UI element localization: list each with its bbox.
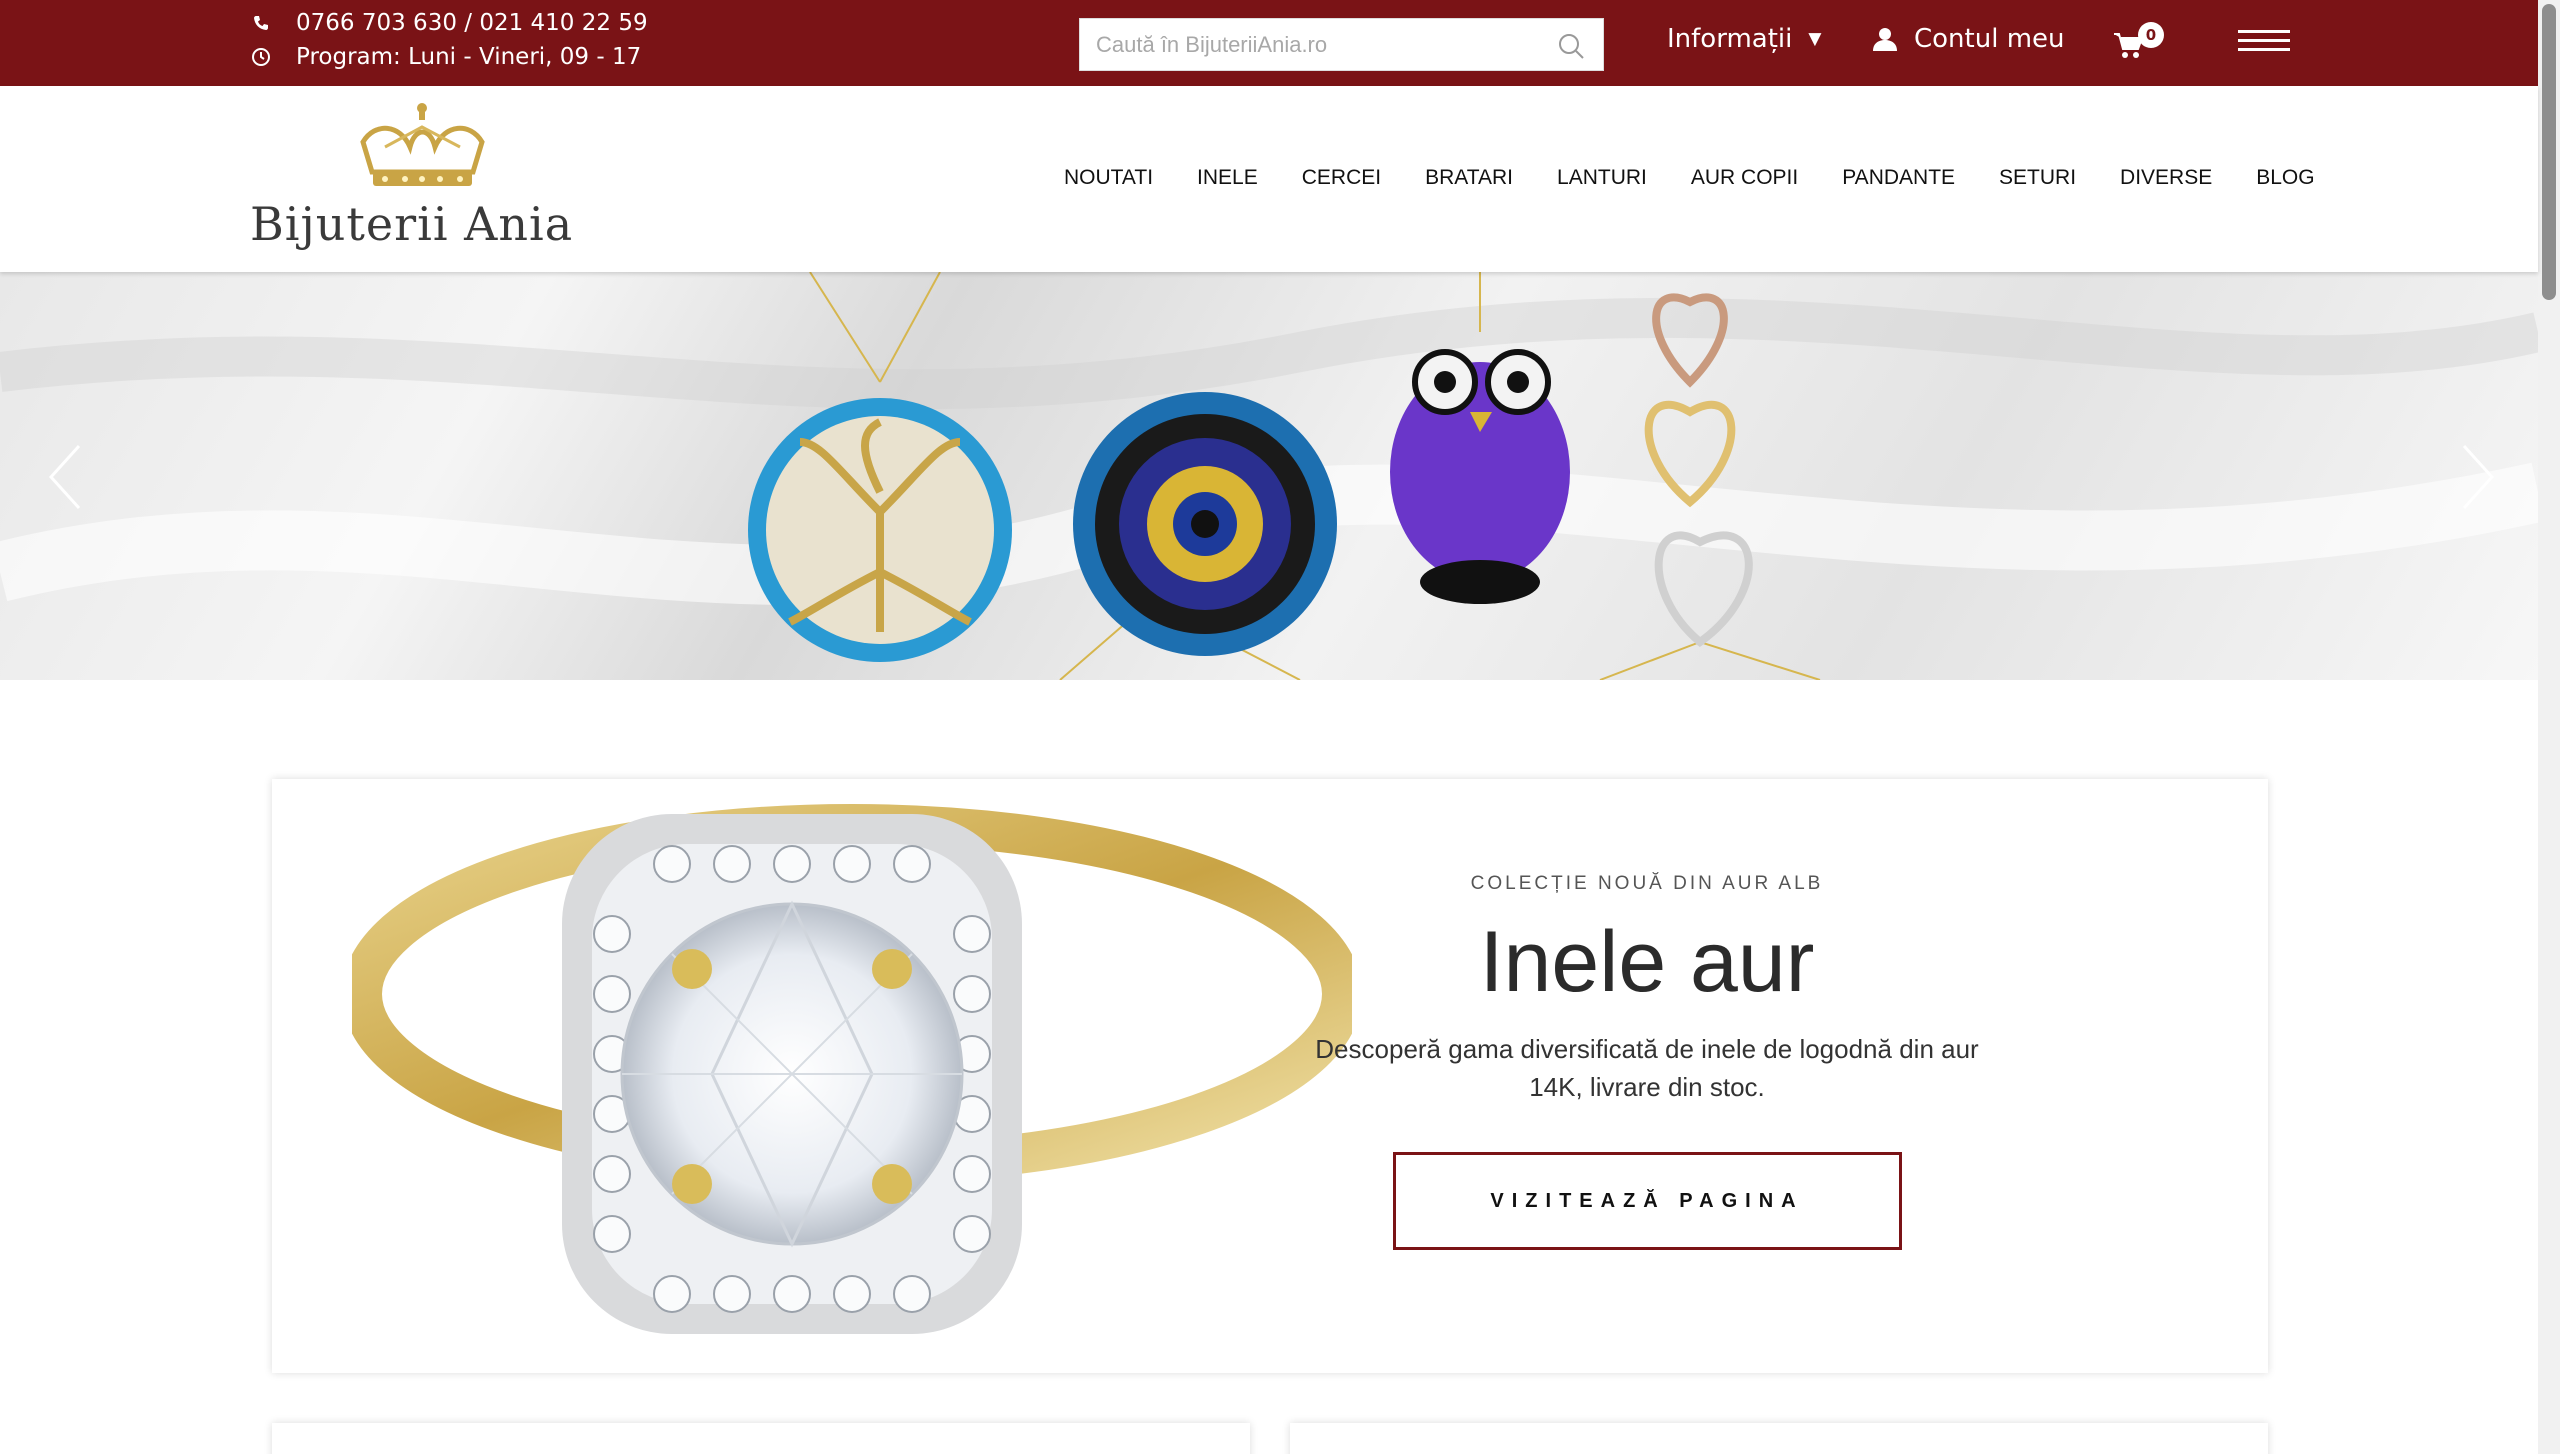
promo-title: Inele aur: [1479, 914, 1815, 1010]
promo-description: Descoperă gama diversificată de inele de…: [1315, 1034, 1979, 1102]
site-header: Bijuterii Ania NOUTATI INELE CERCEI BRAT…: [0, 86, 2538, 272]
clock-icon: [250, 46, 272, 68]
promo-text: COLECȚIE NOUĂ DIN AUR ALB Inele aur Desc…: [1222, 873, 2072, 1250]
top-bar: 0766 703 630 / 021 410 22 59 Program: Lu…: [0, 0, 2538, 86]
nav-item-pandante[interactable]: PANDANTE: [1842, 166, 1955, 190]
phone-row: 0766 703 630 / 021 410 22 59: [250, 6, 648, 40]
slider-prev-chevron-left-icon[interactable]: [45, 442, 85, 512]
page-scrollbar[interactable]: [2538, 0, 2560, 1454]
main-nav: NOUTATI INELE CERCEI BRATARI LANTURI AUR…: [1064, 166, 2315, 190]
nav-item-lanturi[interactable]: LANTURI: [1557, 166, 1647, 190]
nav-item-seturi[interactable]: SETURI: [1999, 166, 2076, 190]
account-label: Contul meu: [1914, 24, 2065, 54]
promo-eyebrow: COLECȚIE NOUĂ DIN AUR ALB: [1470, 873, 1824, 894]
hero-slider: [0, 272, 2538, 680]
slider-image: [0, 272, 2538, 680]
nav-item-noutati[interactable]: NOUTATI: [1064, 166, 1153, 190]
business-hours: Program: Luni - Vineri, 09 - 17: [296, 44, 642, 70]
search-icon[interactable]: [1557, 32, 1585, 60]
slider-next-chevron-right-icon[interactable]: [2458, 442, 2498, 512]
cart-button[interactable]: 0: [2114, 22, 2170, 62]
phone-number[interactable]: 0766 703 630 / 021 410 22 59: [296, 6, 648, 40]
logo-text: Bijuterii Ania: [250, 197, 574, 251]
user-icon: [1872, 26, 1898, 52]
phone-icon: [250, 12, 272, 34]
category-card-left[interactable]: [272, 1423, 1250, 1454]
info-menu[interactable]: Informații ▼: [1667, 24, 1821, 54]
nav-item-blog[interactable]: BLOG: [2256, 166, 2314, 190]
category-card-right[interactable]: [1290, 1423, 2268, 1454]
crown-icon: [360, 103, 485, 186]
account-link[interactable]: Contul meu: [1872, 24, 2065, 54]
cart-count-badge: 0: [2138, 22, 2164, 48]
search-input[interactable]: [1080, 19, 1520, 70]
nav-item-inele[interactable]: INELE: [1197, 166, 1258, 190]
nav-item-cercei[interactable]: CERCEI: [1302, 166, 1381, 190]
search-box: [1079, 18, 1604, 71]
nav-item-aur-copii[interactable]: AUR COPII: [1691, 166, 1798, 190]
hours-row: Program: Luni - Vineri, 09 - 17: [250, 40, 648, 74]
ring-image: [352, 804, 1352, 1334]
hamburger-menu-icon[interactable]: [2238, 30, 2290, 56]
promo-card: COLECȚIE NOUĂ DIN AUR ALB Inele aur Desc…: [272, 779, 2268, 1373]
visit-page-button[interactable]: VIZITEAZĂ PAGINA: [1392, 1152, 1902, 1250]
scrollbar-thumb[interactable]: [2542, 4, 2556, 300]
info-menu-label: Informații: [1667, 24, 1793, 54]
nav-item-diverse[interactable]: DIVERSE: [2120, 166, 2212, 190]
nav-item-bratari[interactable]: BRATARI: [1425, 166, 1513, 190]
contact-info: 0766 703 630 / 021 410 22 59 Program: Lu…: [250, 6, 648, 74]
caret-down-icon: ▼: [1808, 29, 1822, 49]
logo[interactable]: Bijuterii Ania: [250, 102, 595, 252]
